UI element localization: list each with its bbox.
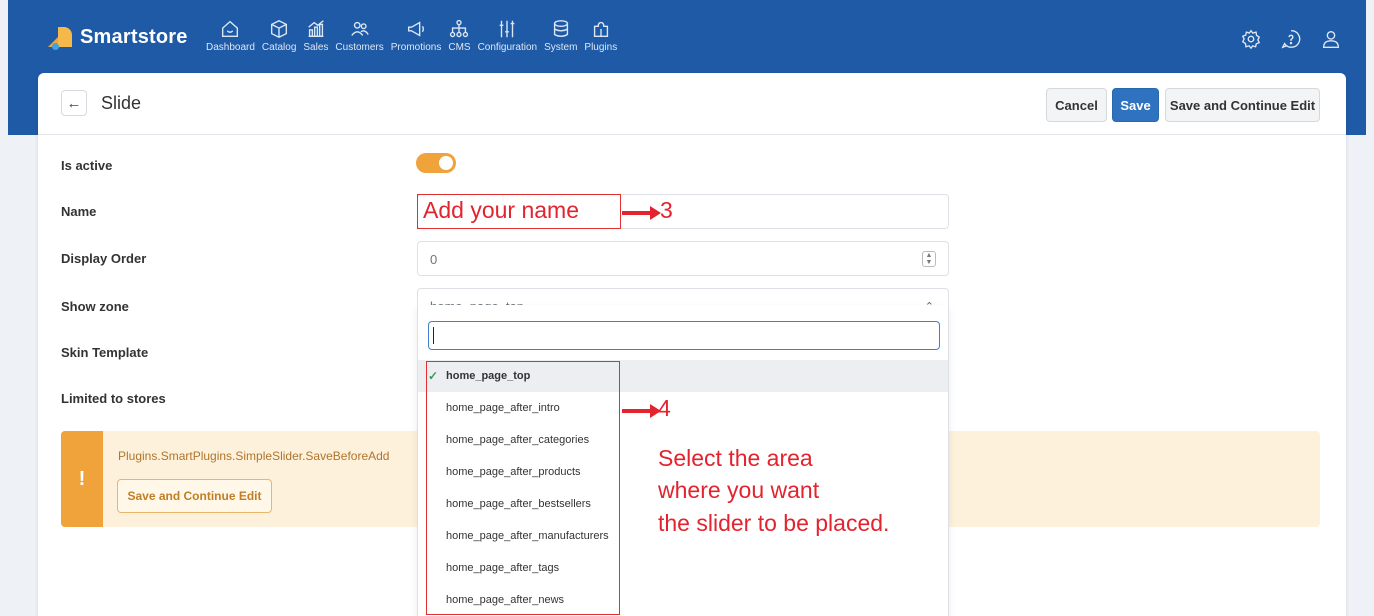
cancel-button[interactable]: Cancel: [1046, 88, 1107, 122]
box-icon: [271, 19, 288, 39]
nav-label: Plugins: [584, 42, 618, 53]
annotation-step-3: 3: [660, 197, 673, 223]
page-title: Slide: [101, 93, 142, 113]
nav-label: System: [544, 42, 578, 53]
app-name: Smartstore: [80, 25, 188, 48]
smartstore-logo[interactable]: Smartstore: [48, 25, 188, 50]
save-continue-button[interactable]: Save and Continue Edit: [1165, 88, 1320, 122]
warning-icon: !: [61, 431, 103, 527]
zone-option[interactable]: home_page_after_news: [418, 584, 948, 616]
is-active-label: Is active: [61, 158, 113, 173]
help-icon[interactable]: [1280, 28, 1304, 52]
option-label: home_page_after_manufacturers: [446, 530, 609, 542]
megaphone-icon: [408, 21, 425, 37]
option-label: home_page_after_categories: [446, 434, 590, 446]
puzzle-icon: [593, 21, 608, 38]
number-spinner[interactable]: ▲ ▼: [922, 251, 936, 267]
display-order-input[interactable]: 0 ▲ ▼: [417, 241, 949, 276]
nav-configuration[interactable]: Configuration: [478, 18, 537, 53]
sliders-icon: [499, 20, 515, 38]
annotation-select-line3: the slider to be placed.: [658, 510, 890, 536]
nav-label: Catalog: [261, 42, 297, 53]
show-zone-label: Show zone: [61, 299, 129, 314]
logo-icon: [48, 25, 72, 50]
annotation-arrow-3: [622, 206, 661, 220]
nav-plugins[interactable]: Plugins: [584, 18, 617, 53]
card-header: ← Slide Cancel Save Save and Continue Ed…: [38, 73, 1346, 135]
chart-icon: [308, 20, 324, 38]
users-icon: [350, 21, 369, 36]
alert-message: Plugins.SmartPlugins.SimpleSlider.SaveBe…: [118, 449, 390, 463]
option-label: home_page_top: [446, 370, 531, 382]
alert-save-continue-button[interactable]: Save and Continue Edit: [117, 479, 272, 513]
name-label: Name: [61, 204, 97, 219]
option-label: home_page_after_bestsellers: [446, 498, 591, 510]
display-order-label: Display Order: [61, 251, 147, 266]
annotation-step-4: 4: [658, 395, 671, 421]
annotation-select-line1: Select the area: [658, 445, 813, 471]
text-caret: [433, 327, 434, 344]
nav-label: Sales: [303, 42, 329, 53]
option-label: home_page_after_products: [446, 466, 581, 478]
arrow-left-icon: ←: [66, 94, 82, 112]
nav-label: Promotions: [390, 42, 442, 53]
toggle-knob: [439, 156, 453, 170]
is-active-toggle[interactable]: [416, 153, 456, 173]
dropdown-search-input[interactable]: [428, 321, 940, 350]
option-label: home_page_after_intro: [446, 402, 560, 414]
save-button[interactable]: Save: [1112, 88, 1159, 122]
nav-customers[interactable]: Customers: [335, 18, 384, 53]
nav-label: Dashboard: [206, 42, 255, 53]
nav-catalog[interactable]: Catalog: [262, 18, 296, 53]
display-order-value: 0: [430, 252, 438, 267]
back-button[interactable]: ←: [61, 90, 87, 116]
skin-template-label: Skin Template: [61, 345, 149, 360]
home-icon: [222, 20, 239, 38]
database-icon: [553, 20, 568, 38]
nav-label: Configuration: [477, 42, 538, 53]
user-icon[interactable]: [1320, 28, 1344, 52]
nav-sales[interactable]: Sales: [303, 18, 328, 53]
annotation-arrow-4: [622, 404, 661, 418]
show-zone-dropdown: ✓ home_page_top home_page_after_intro hom…: [417, 305, 949, 616]
top-right-icons: [1224, 28, 1344, 52]
option-label: home_page_after_tags: [446, 562, 560, 574]
nav-label: Customers: [335, 42, 384, 53]
nav-system[interactable]: System: [544, 18, 577, 53]
limited-to-stores-label: Limited to stores: [61, 391, 166, 406]
zone-option[interactable]: ✓ home_page_top: [418, 360, 948, 392]
check-icon: ✓: [428, 369, 439, 383]
zone-option[interactable]: home_page_after_tags: [418, 552, 948, 584]
annotation-select-line2: where you want: [658, 477, 820, 503]
nav-cms[interactable]: CMS: [448, 18, 471, 53]
nav-promotions[interactable]: Promotions: [390, 18, 442, 53]
zone-option[interactable]: home_page_after_intro: [418, 392, 948, 424]
option-label: home_page_after_news: [446, 594, 565, 606]
sitemap-icon: [450, 19, 469, 38]
main-nav: Dashboard Catalog Sales Customers Promot…: [206, 18, 624, 53]
annotation-name-hint: Add your name: [423, 197, 579, 223]
slide-edit-card: ← Slide Cancel Save Save and Continue Ed…: [38, 73, 1346, 616]
nav-label: CMS: [448, 42, 471, 53]
nav-dashboard[interactable]: Dashboard: [206, 18, 255, 53]
settings-icon[interactable]: [1240, 28, 1264, 52]
